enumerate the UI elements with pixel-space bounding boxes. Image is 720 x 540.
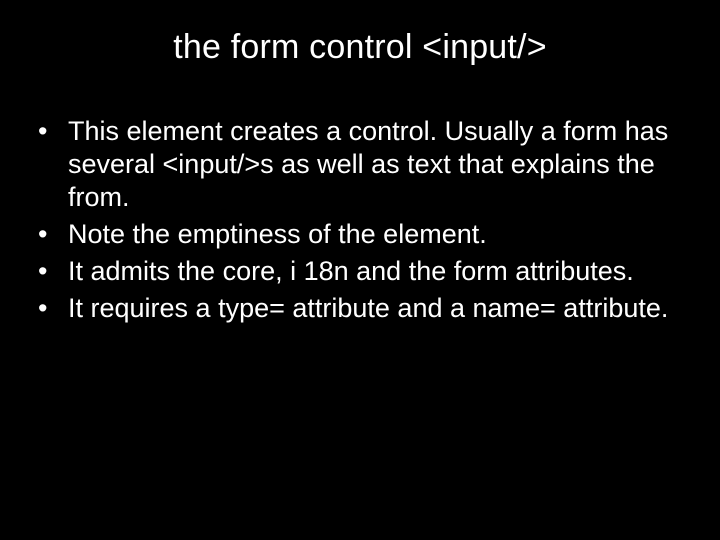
list-item: This element creates a control. Usually … xyxy=(30,115,690,214)
list-item: It requires a type= attribute and a name… xyxy=(30,292,690,325)
list-item: Note the emptiness of the element. xyxy=(30,218,690,251)
slide-title: the form control <input/> xyxy=(30,28,690,67)
bullet-list: This element creates a control. Usually … xyxy=(30,115,690,325)
slide: the form control <input/> This element c… xyxy=(0,0,720,540)
list-item: It admits the core, i 18n and the form a… xyxy=(30,255,690,288)
